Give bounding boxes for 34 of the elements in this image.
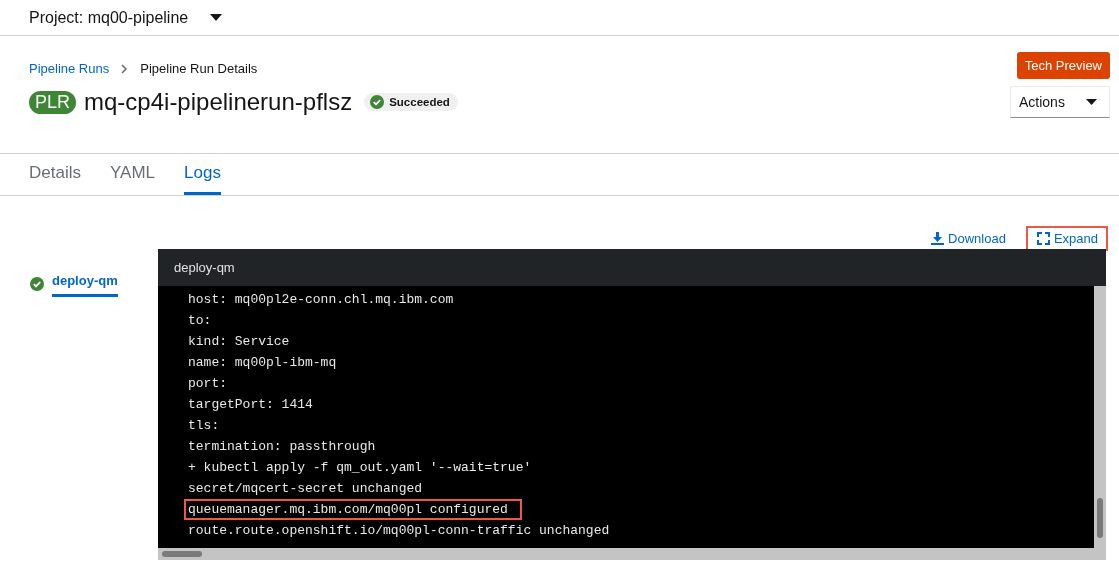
- download-icon: [931, 232, 945, 245]
- chevron-right-icon: [121, 63, 129, 74]
- page-title: mq-cp4i-pipelinerun-pflsz: [84, 88, 353, 116]
- log-line: secret/mqcert-secret unchanged: [187, 480, 424, 498]
- actions-dropdown[interactable]: Actions: [1010, 86, 1110, 118]
- log-title: deploy-qm: [174, 260, 235, 275]
- horizontal-scrollbar[interactable]: [158, 548, 1106, 560]
- log-line: termination: passthrough: [187, 438, 377, 456]
- log-line: name: mq00pl-ibm-mq: [187, 354, 338, 372]
- log-line: port:: [187, 375, 228, 393]
- log-line: kind: Service: [187, 333, 291, 351]
- caret-down-icon: [1086, 99, 1097, 105]
- tech-preview-label: Tech Preview: [1016, 52, 1110, 79]
- log-line: to:: [187, 312, 213, 330]
- expand-icon: [1036, 232, 1050, 245]
- breadcrumb-current: Pipeline Run Details: [140, 61, 258, 76]
- tab[interactable]: Details: [29, 154, 81, 195]
- log-line: host: mq00pl2e-conn.chl.mq.ibm.com: [187, 291, 455, 309]
- log-line: route.route.openshift.io/mq00pl-conn-traffic unchanged: [187, 522, 611, 540]
- breadcrumb-link[interactable]: Pipeline Runs: [29, 61, 110, 76]
- log-line: targetPort: 1414: [187, 396, 314, 414]
- tab[interactable]: YAML: [109, 154, 155, 195]
- tab[interactable]: Logs: [184, 154, 221, 195]
- status-label: Succeeded: [364, 93, 458, 111]
- download-link[interactable]: Download: [920, 226, 1016, 251]
- caret-down-icon: [210, 14, 223, 21]
- resource-badge: PLR: [29, 90, 76, 114]
- check-circle-icon: [370, 95, 385, 109]
- log-line: + kubectl apply -f qm_out.yaml '--wait=true': [187, 459, 533, 477]
- check-circle-icon: [30, 277, 44, 291]
- task-item[interactable]: deploy-qm: [30, 271, 118, 297]
- vertical-scrollbar[interactable]: [1094, 286, 1106, 548]
- log-line: tls:: [187, 417, 221, 435]
- project-dropdown[interactable]: Project: mq00-pipeline: [29, 8, 223, 27]
